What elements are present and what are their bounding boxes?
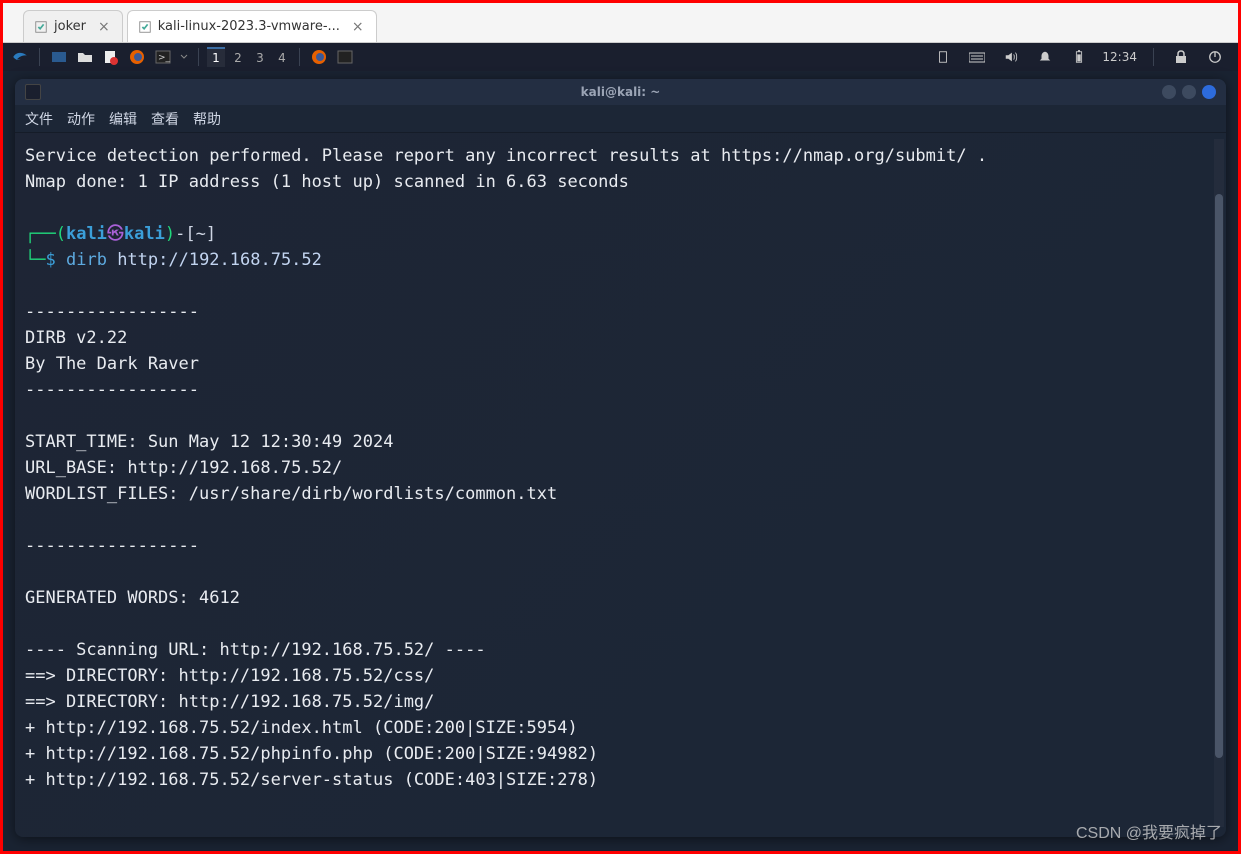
terminal-body[interactable]: Service detection performed. Please repo… [15, 133, 1226, 837]
command-arg: http://192.168.75.52 [117, 250, 322, 270]
taskbar-terminal-icon[interactable] [334, 46, 356, 68]
prompt-corner: ┌── [25, 224, 56, 244]
output-line: DIRB v2.22 [25, 328, 127, 348]
terminal-title-icon [25, 84, 41, 100]
menu-action[interactable]: 动作 [67, 109, 95, 129]
prompt-corner: └─ [25, 250, 45, 270]
firefox-icon[interactable] [126, 46, 148, 68]
output-line: ----------------- [25, 536, 199, 556]
terminal-icon[interactable]: >_ [152, 46, 174, 68]
output-line: ----------------- [25, 380, 199, 400]
command-name: dirb [66, 250, 107, 270]
separator [299, 48, 300, 66]
taskbar-left: >_ 1 2 3 4 [9, 46, 356, 68]
vm-tab-kali[interactable]: kali-linux-2023.3-vmware-... × [127, 10, 377, 42]
terminal-menubar: 文件 动作 编辑 查看 帮助 [15, 105, 1226, 133]
prompt-path: ~ [196, 224, 206, 244]
output-line: + http://192.168.75.52/phpinfo.php (CODE… [25, 744, 598, 764]
terminal-scrollbar[interactable] [1214, 139, 1224, 827]
vm-tab-label: kali-linux-2023.3-vmware-... [158, 19, 340, 34]
window-controls [1162, 85, 1216, 99]
vm-tabs-bar: joker × kali-linux-2023.3-vmware-... × [3, 3, 1238, 43]
volume-icon[interactable] [1000, 46, 1022, 68]
output-line: ---- Scanning URL: http://192.168.75.52/… [25, 640, 486, 660]
close-icon[interactable]: × [352, 19, 364, 35]
workspace-4[interactable]: 4 [273, 47, 291, 67]
output-line: Service detection performed. Please repo… [25, 146, 987, 166]
show-desktop-icon[interactable] [48, 46, 70, 68]
cherrytree-icon[interactable] [100, 46, 122, 68]
output-line: GENERATED WORDS: 4612 [25, 588, 240, 608]
close-button[interactable] [1202, 85, 1216, 99]
battery-icon[interactable] [1068, 46, 1090, 68]
taskbar: >_ 1 2 3 4 12:34 [3, 43, 1238, 71]
workspace-2[interactable]: 2 [229, 47, 247, 67]
files-icon[interactable] [74, 46, 96, 68]
workspace-3[interactable]: 3 [251, 47, 269, 67]
terminal-titlebar[interactable]: kali@kali: ~ [15, 79, 1226, 105]
power-icon[interactable] [1204, 46, 1226, 68]
terminal-window: kali@kali: ~ 文件 动作 编辑 查看 帮助 Service dete… [15, 79, 1226, 837]
output-line: ==> DIRECTORY: http://192.168.75.52/css/ [25, 666, 434, 686]
output-line: URL_BASE: http://192.168.75.52/ [25, 458, 342, 478]
vm-tab-joker[interactable]: joker × [23, 10, 123, 42]
watermark: CSDN @我要疯掉了 [1076, 819, 1222, 843]
menu-edit[interactable]: 编辑 [109, 109, 137, 129]
output-line: START_TIME: Sun May 12 12:30:49 2024 [25, 432, 393, 452]
output-line: By The Dark Raver [25, 354, 199, 374]
skull-icon: ㉿ [107, 224, 124, 244]
output-line: WORDLIST_FILES: /usr/share/dirb/wordlist… [25, 484, 557, 504]
separator [1153, 48, 1154, 66]
menu-help[interactable]: 帮助 [193, 109, 221, 129]
separator [39, 48, 40, 66]
vm-icon [138, 20, 152, 34]
prompt-host: kali [124, 224, 165, 244]
prompt-symbol: $ [45, 250, 55, 270]
dropdown-icon[interactable] [178, 46, 190, 68]
output-line: + http://192.168.75.52/server-status (CO… [25, 770, 598, 790]
vm-icon [34, 20, 48, 34]
maximize-button[interactable] [1182, 85, 1196, 99]
usb-icon[interactable] [932, 46, 954, 68]
minimize-button[interactable] [1162, 85, 1176, 99]
notifications-icon[interactable] [1034, 46, 1056, 68]
scrollbar-thumb[interactable] [1215, 194, 1223, 758]
output-line: + http://192.168.75.52/index.html (CODE:… [25, 718, 578, 738]
close-icon[interactable]: × [98, 19, 110, 35]
output-line: Nmap done: 1 IP address (1 host up) scan… [25, 172, 629, 192]
output-line: ==> DIRECTORY: http://192.168.75.52/img/ [25, 692, 434, 712]
terminal-title: kali@kali: ~ [581, 85, 661, 99]
vm-desktop: >_ 1 2 3 4 12:34 kali@kali: ~ [3, 43, 1238, 851]
svg-text:>_: >_ [158, 53, 171, 63]
keyboard-icon[interactable] [966, 46, 988, 68]
workspace-1[interactable]: 1 [207, 47, 225, 67]
separator [198, 48, 199, 66]
kali-menu-icon[interactable] [9, 46, 31, 68]
taskbar-firefox-icon[interactable] [308, 46, 330, 68]
menu-file[interactable]: 文件 [25, 109, 53, 129]
vm-tab-label: joker [54, 19, 86, 34]
clock[interactable]: 12:34 [1102, 50, 1137, 64]
lock-icon[interactable] [1170, 46, 1192, 68]
menu-view[interactable]: 查看 [151, 109, 179, 129]
prompt-user: kali [66, 224, 107, 244]
taskbar-right: 12:34 [932, 46, 1232, 68]
output-line: ----------------- [25, 302, 199, 322]
